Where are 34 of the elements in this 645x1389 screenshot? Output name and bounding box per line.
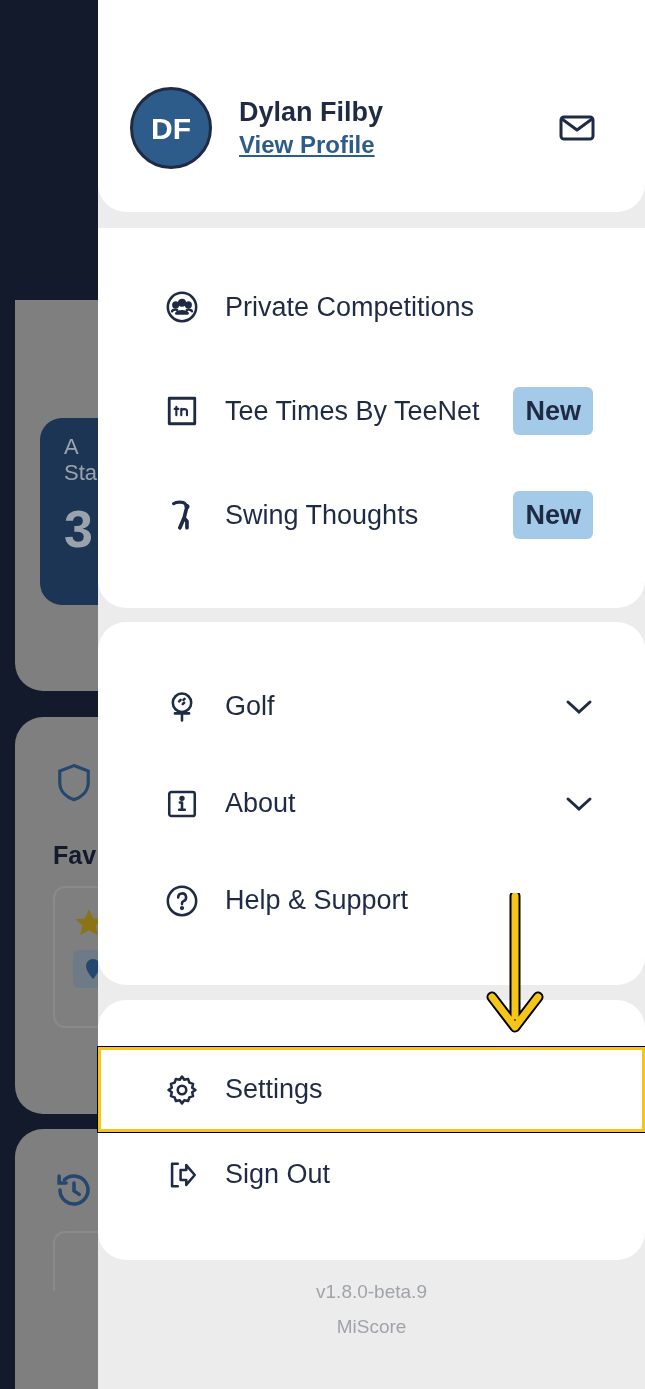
- menu-item[interactable]: Tee Times By TeeNet New: [98, 359, 645, 463]
- user-name: Dylan Filby: [239, 96, 384, 129]
- menu-label: Tee Times By TeeNet: [225, 394, 480, 428]
- favourites-title: Fav: [53, 839, 98, 871]
- menu-item[interactable]: Swing Thoughts New: [98, 463, 645, 567]
- menu-item[interactable]: Sign Out: [98, 1132, 645, 1217]
- new-badge: New: [513, 386, 593, 436]
- help-icon: [165, 883, 199, 918]
- stats-value: 3: [64, 499, 93, 560]
- view-profile-link[interactable]: View Profile: [239, 129, 384, 161]
- avatar: DF: [130, 87, 212, 169]
- stats-label: A: [64, 434, 79, 460]
- menu-label: Settings: [225, 1073, 323, 1107]
- shield-icon: [55, 761, 93, 804]
- new-badge: New: [513, 490, 593, 540]
- menu-item[interactable]: Help & Support: [98, 852, 645, 949]
- version-text: v1.8.0-beta.9: [316, 1280, 427, 1304]
- menu-item[interactable]: Golf: [98, 658, 645, 755]
- menu-label: Sign Out: [225, 1158, 331, 1192]
- mail-icon[interactable]: [559, 114, 595, 142]
- tn-logo-icon: [165, 394, 199, 428]
- menu-label: Help & Support: [225, 884, 409, 918]
- pin-icon: [85, 958, 98, 981]
- settings-icon: [165, 1072, 199, 1107]
- stats-label: Sta: [64, 460, 98, 486]
- app-name: MiScore: [336, 1314, 407, 1339]
- group-icon: [165, 290, 199, 324]
- menu-item[interactable]: Settings: [98, 1047, 645, 1132]
- menu-label: Swing Thoughts: [225, 498, 419, 532]
- menu-label: About: [225, 787, 296, 821]
- menu-item[interactable]: About: [98, 755, 645, 852]
- menu-label: Golf: [225, 690, 275, 724]
- menu-item[interactable]: Private Competitions: [98, 255, 645, 359]
- menu-label: Private Competitions: [225, 290, 475, 324]
